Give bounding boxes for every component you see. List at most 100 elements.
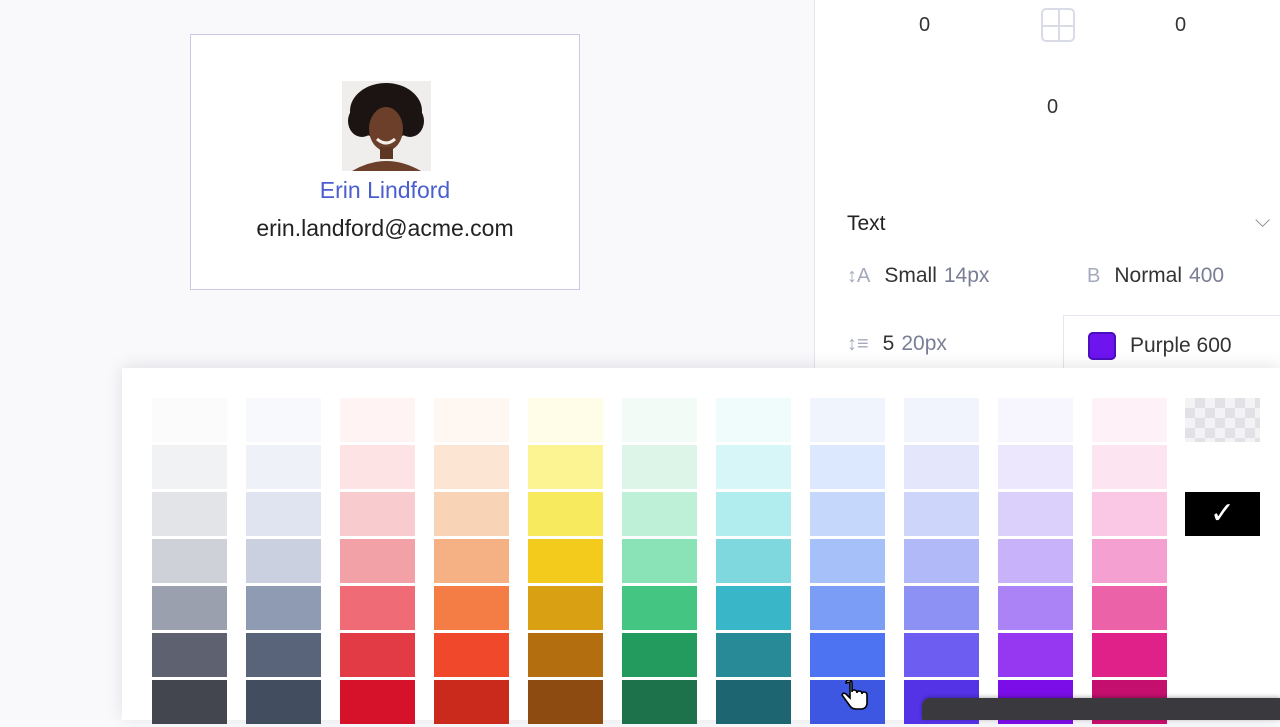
color-swatch[interactable]	[1092, 445, 1167, 489]
palette-column	[152, 398, 227, 727]
color-swatch[interactable]	[904, 398, 979, 442]
color-swatch[interactable]	[340, 539, 415, 583]
padding-left-value[interactable]: 0	[919, 14, 930, 37]
color-swatch[interactable]	[998, 445, 1073, 489]
color-swatch[interactable]	[716, 398, 791, 442]
transparent-swatch[interactable]	[1185, 398, 1260, 442]
color-swatch[interactable]	[528, 633, 603, 677]
color-swatch[interactable]	[528, 398, 603, 442]
color-swatch[interactable]	[152, 633, 227, 677]
color-swatch[interactable]	[810, 539, 885, 583]
color-swatch[interactable]	[340, 633, 415, 677]
selected-swatch[interactable]: ✓	[1185, 492, 1260, 536]
palette-column	[622, 398, 697, 727]
color-swatch[interactable]	[904, 633, 979, 677]
font-weight-label: Normal	[1114, 264, 1183, 287]
color-swatch[interactable]	[152, 586, 227, 630]
line-height-value: 20px	[901, 332, 947, 355]
color-swatch[interactable]	[716, 680, 791, 724]
color-swatch[interactable]	[528, 445, 603, 489]
profile-card[interactable]: Erin Lindford erin.landford@acme.com	[190, 34, 580, 290]
color-swatch[interactable]	[716, 492, 791, 536]
color-swatch[interactable]	[716, 539, 791, 583]
color-swatch[interactable]	[152, 492, 227, 536]
color-swatch[interactable]	[528, 680, 603, 724]
line-height-label: 5	[882, 332, 895, 355]
palette-column	[810, 398, 885, 727]
color-swatch[interactable]	[1092, 586, 1167, 630]
color-swatch[interactable]	[528, 586, 603, 630]
color-swatch[interactable]	[340, 445, 415, 489]
color-swatch[interactable]	[810, 445, 885, 489]
color-swatch[interactable]	[998, 539, 1073, 583]
checkmark-icon: ✓	[1209, 497, 1236, 530]
palette-column	[246, 398, 321, 727]
color-swatch[interactable]	[434, 492, 509, 536]
color-swatch[interactable]	[434, 398, 509, 442]
color-swatch[interactable]	[622, 586, 697, 630]
color-swatch[interactable]	[904, 539, 979, 583]
color-swatch[interactable]	[716, 633, 791, 677]
color-swatch[interactable]	[998, 492, 1073, 536]
color-swatch[interactable]	[528, 492, 603, 536]
color-swatch[interactable]	[246, 398, 321, 442]
color-swatch[interactable]	[152, 398, 227, 442]
color-swatch[interactable]	[434, 680, 509, 724]
chevron-down-icon[interactable]: ⌵	[1255, 210, 1270, 233]
line-height-icon: ↕≡	[847, 332, 869, 355]
color-swatch[interactable]	[810, 633, 885, 677]
text-section-title[interactable]: Text	[847, 212, 886, 236]
font-size-icon: ↕A	[847, 264, 871, 287]
color-swatch[interactable]	[434, 445, 509, 489]
color-swatch[interactable]	[434, 539, 509, 583]
color-swatch[interactable]	[622, 492, 697, 536]
avatar	[342, 81, 431, 171]
color-swatch[interactable]	[340, 492, 415, 536]
color-swatch[interactable]	[1092, 492, 1167, 536]
palette-column	[1092, 398, 1167, 727]
color-swatch[interactable]	[1092, 539, 1167, 583]
color-swatch[interactable]	[810, 398, 885, 442]
color-swatch[interactable]	[716, 586, 791, 630]
color-swatch[interactable]	[998, 398, 1073, 442]
color-swatch[interactable]	[152, 445, 227, 489]
color-swatch[interactable]	[998, 586, 1073, 630]
color-swatch[interactable]	[1092, 398, 1167, 442]
palette-column	[998, 398, 1073, 727]
color-swatch[interactable]	[904, 586, 979, 630]
color-swatch[interactable]	[998, 633, 1073, 677]
color-swatch[interactable]	[340, 680, 415, 724]
overlay-window-edge	[922, 698, 1280, 720]
color-swatch[interactable]	[246, 445, 321, 489]
color-swatch[interactable]	[246, 680, 321, 724]
font-size-control[interactable]: ↕A Small 14px	[847, 264, 989, 288]
color-swatch[interactable]	[622, 398, 697, 442]
color-swatch[interactable]	[246, 492, 321, 536]
font-weight-control[interactable]: B Normal 400	[1087, 264, 1224, 288]
color-swatch[interactable]	[904, 445, 979, 489]
padding-bottom-value[interactable]: 0	[1047, 96, 1058, 119]
palette-column	[340, 398, 415, 727]
color-swatch[interactable]	[246, 586, 321, 630]
color-swatch[interactable]	[622, 680, 697, 724]
color-swatch[interactable]	[434, 586, 509, 630]
color-swatch[interactable]	[810, 586, 885, 630]
color-swatch[interactable]	[340, 398, 415, 442]
color-swatch[interactable]	[622, 539, 697, 583]
color-swatch[interactable]	[246, 539, 321, 583]
padding-right-value[interactable]: 0	[1175, 14, 1186, 37]
color-swatch[interactable]	[434, 633, 509, 677]
color-swatch[interactable]	[622, 633, 697, 677]
color-swatch[interactable]	[246, 633, 321, 677]
color-swatch[interactable]	[716, 445, 791, 489]
line-height-control[interactable]: ↕≡ 5 20px	[847, 332, 947, 356]
color-swatch[interactable]	[622, 445, 697, 489]
color-swatch[interactable]	[1092, 633, 1167, 677]
color-swatch[interactable]	[810, 492, 885, 536]
color-picker-popover: ✓	[122, 368, 1280, 724]
color-swatch[interactable]	[152, 539, 227, 583]
color-swatch[interactable]	[528, 539, 603, 583]
color-swatch[interactable]	[152, 680, 227, 724]
color-swatch[interactable]	[340, 586, 415, 630]
color-swatch[interactable]	[904, 492, 979, 536]
